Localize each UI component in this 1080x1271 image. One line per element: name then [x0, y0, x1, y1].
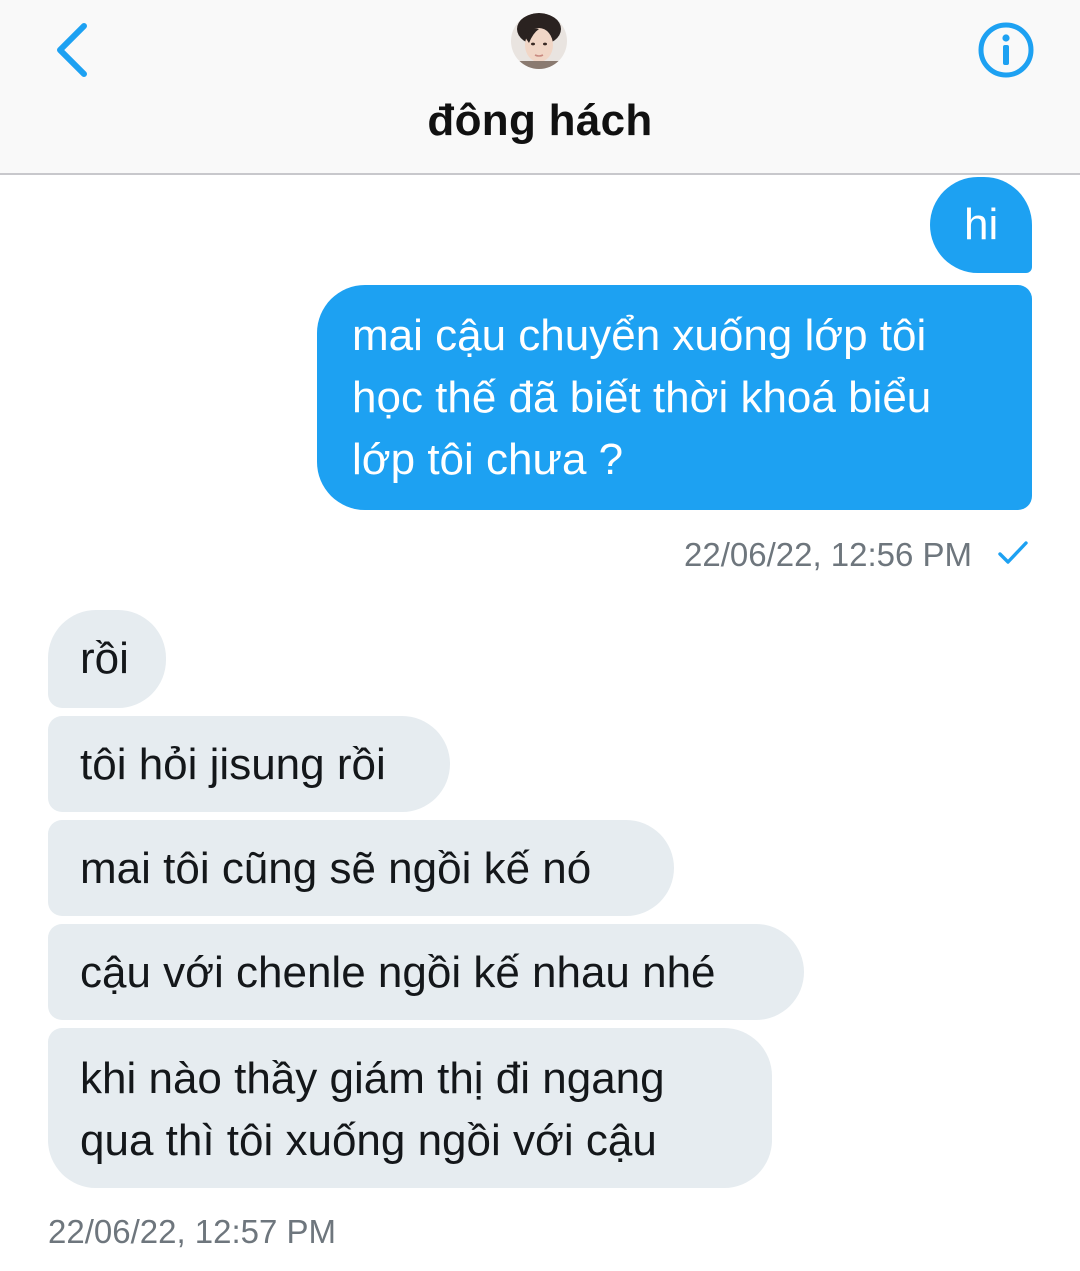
sent-timestamp: 22/06/22, 12:56 PM: [684, 536, 972, 574]
contact-name[interactable]: đông hách: [0, 96, 1080, 146]
conversation-header: đông hách: [0, 0, 1080, 175]
timestamp-text: 22/06/22, 12:56 PM: [684, 536, 973, 573]
avatar[interactable]: [511, 13, 567, 69]
dm-conversation-screen: đông hách hi mai cậu chuyển xuống lớp tô…: [0, 0, 1080, 1271]
received-message-bubble[interactable]: rồi: [48, 610, 166, 708]
back-button[interactable]: [40, 18, 104, 82]
message-text-line: mai cậu chuyển xuống lớp tôi: [352, 311, 927, 360]
sent-message-bubble[interactable]: hi: [930, 177, 1032, 273]
message-text-line: khi nào thầy giám thị đi ngang: [80, 1054, 665, 1103]
sent-message-bubble[interactable]: mai cậu chuyển xuống lớp tôi học thế đã …: [317, 285, 1032, 510]
message-text-line: lớp tôi chưa ?: [352, 435, 624, 484]
avatar-image: [511, 13, 567, 69]
chevron-left-icon: [57, 23, 87, 77]
checkmark-icon: [998, 541, 1028, 564]
received-message-bubble[interactable]: tôi hỏi jisung rồi: [48, 716, 450, 812]
message-text-line: học thế đã biết thời khoá biểu: [352, 373, 932, 422]
message-text: cậu với chenle ngồi kế nhau nhé: [80, 948, 716, 997]
message-text: mai tôi cũng sẽ ngồi kế nó: [80, 844, 592, 893]
message-text: tôi hỏi jisung rồi: [80, 740, 386, 789]
info-button[interactable]: [974, 18, 1038, 82]
message-text: rồi: [80, 634, 129, 683]
message-text-line: qua thì tôi xuống ngồi với cậu: [80, 1116, 657, 1165]
received-message-bubble[interactable]: khi nào thầy giám thị đi ngang qua thì t…: [48, 1028, 772, 1188]
message-text: hi: [964, 200, 999, 249]
received-message-bubble[interactable]: cậu với chenle ngồi kế nhau nhé: [48, 924, 804, 1020]
info-circle-icon: [978, 22, 1034, 78]
received-timestamp: 22/06/22, 12:57 PM: [48, 1213, 336, 1251]
timestamp-text: 22/06/22, 12:57 PM: [48, 1213, 337, 1250]
received-message-bubble[interactable]: mai tôi cũng sẽ ngồi kế nó: [48, 820, 674, 916]
